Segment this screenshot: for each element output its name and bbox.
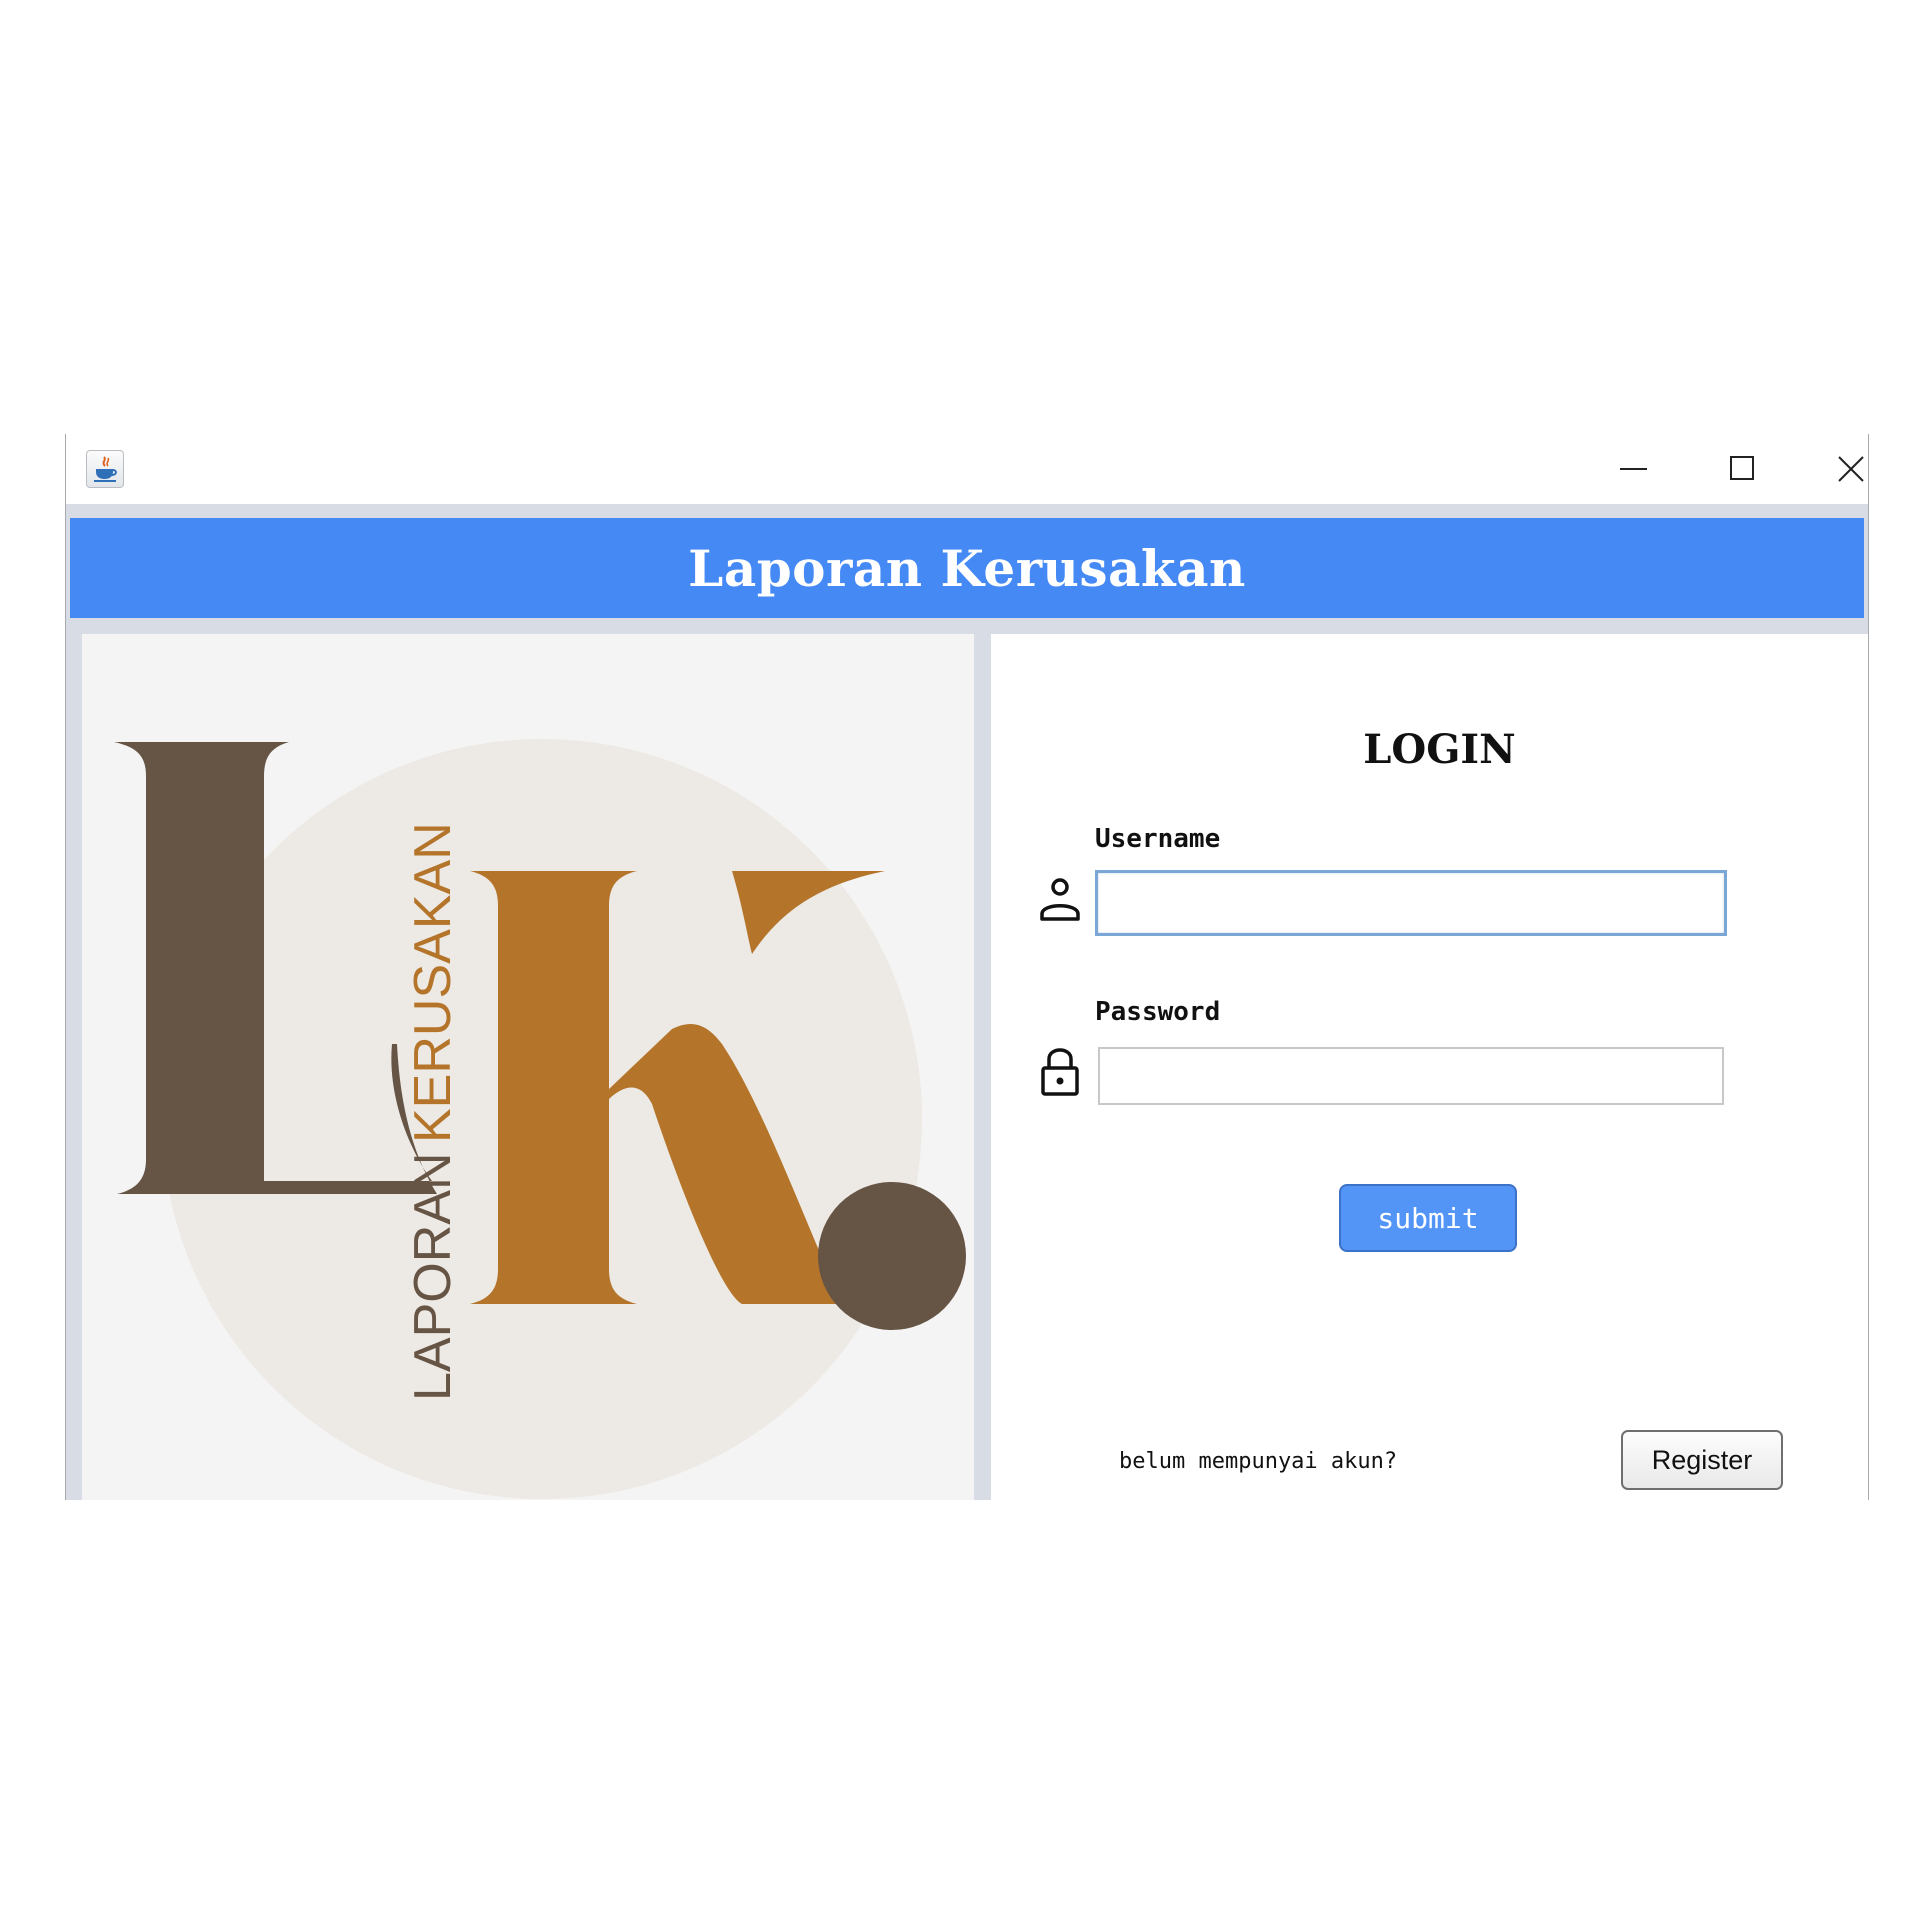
login-title: LOGIN [1363,726,1516,773]
close-button[interactable] [1811,442,1868,496]
java-coffee-cup-icon [86,450,124,488]
maximize-icon [1730,456,1754,480]
app-window: Laporan Kerusakan LAPORAN KERUSAKAN LOGI… [65,434,1869,1500]
minimize-icon [1620,468,1647,470]
password-label: Password [1095,997,1221,1027]
login-panel: LOGIN Username Password submit belum mem… [991,634,1868,1500]
password-input[interactable] [1098,1047,1724,1105]
lk-logo: LAPORAN KERUSAKAN [114,739,966,1499]
screen: Laporan Kerusakan LAPORAN KERUSAKAN LOGI… [0,0,1920,1920]
minimize-button[interactable] [1593,442,1673,496]
lock-icon [1036,1044,1084,1098]
logo-text-kerusakan: KERUSAKAN [404,822,462,1143]
title-bar[interactable] [66,434,1868,504]
submit-button[interactable]: submit [1339,1184,1517,1252]
register-button[interactable]: Register [1621,1430,1783,1490]
header-banner: Laporan Kerusakan [70,518,1864,618]
logo-dot [818,1182,966,1330]
logo-text-laporan: LAPORAN [404,1152,462,1401]
header-title: Laporan Kerusakan [688,538,1246,598]
logo-panel: LAPORAN KERUSAKAN [82,634,974,1500]
close-icon [1838,456,1864,482]
no-account-text: belum mempunyai akun? [1119,1449,1398,1474]
maximize-button[interactable] [1703,442,1783,496]
user-icon [1036,874,1084,928]
username-label: Username [1095,824,1221,854]
username-input[interactable] [1095,870,1727,936]
